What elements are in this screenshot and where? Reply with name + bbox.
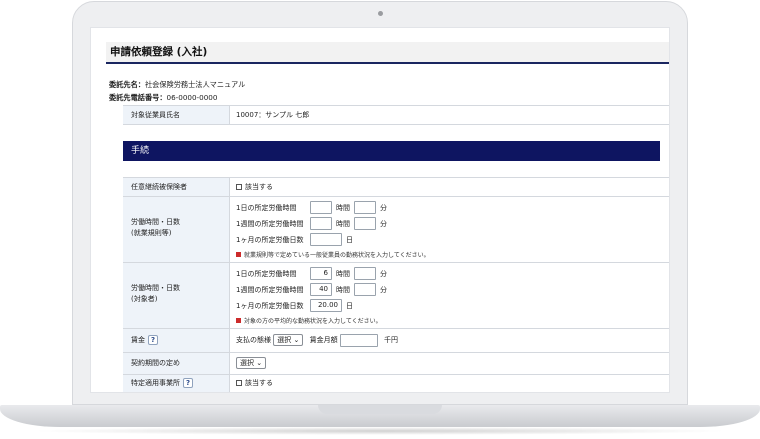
work-actual-monthly-days-input[interactable]: 20.00	[310, 299, 342, 312]
work-actual-label-line1: 労働時間・日数	[131, 284, 180, 292]
specific-office-checkbox-label: 該当する	[245, 379, 273, 387]
wage-amount-input[interactable]	[339, 333, 378, 347]
row-wage: 賃金? 支払の態様 選択 ⌄ 賃金月額 千円	[123, 329, 669, 353]
optional-insurance-checkbox-label: 該当する	[245, 183, 273, 191]
contract-period-fields: 選択 ⌄	[230, 353, 669, 374]
specific-office-label-cell: 特定適用事業所?	[123, 375, 230, 392]
work-actual-label-line2: (対象者)	[131, 295, 158, 303]
optional-insurance-label: 任意継続被保険者	[123, 178, 230, 196]
client-name-value: 社会保険労務士法人マニュアル	[144, 80, 246, 89]
work-rules-daily: 1日の所定労働時間 時間 分	[236, 201, 391, 214]
work-rules-weekly-label: 1週間の所定労働時間	[236, 219, 304, 228]
work-rules-weekly-hours-unit: 時間	[336, 219, 350, 228]
page-header: 申請依頼登録 (入社)	[106, 42, 669, 64]
row-specific-office: 特定適用事業所? 該当する	[123, 375, 669, 392]
work-actual-daily-minutes-unit: 分	[380, 269, 387, 278]
laptop-shadow	[30, 427, 730, 435]
wage-help-icon[interactable]: ?	[148, 335, 158, 345]
work-actual-monthly-days-unit: 日	[346, 301, 353, 310]
client-phone-label: 委託先電話番号：	[109, 93, 167, 102]
optional-insurance-checkbox[interactable]	[236, 184, 242, 190]
work-actual-note: 対象の方の平均的な勤務状況を入力してください。	[236, 316, 382, 325]
contract-period-select[interactable]: 選択 ⌄	[236, 357, 267, 369]
work-rules-monthly-days-input[interactable]	[310, 233, 342, 246]
row-work-actual: 労働時間・日数 (対象者) 1日の所定労働時間 6 時間分 1週間の所定労働時間 40…	[123, 263, 669, 329]
specific-office-label: 特定適用事業所	[131, 379, 180, 387]
wage-payment-select[interactable]: 選択 ⌄	[273, 334, 304, 346]
optional-insurance-field: 該当する	[230, 178, 669, 196]
work-rules-monthly-days-unit: 日	[346, 235, 353, 244]
row-contract-period: 契約期間の定め 選択 ⌄	[123, 353, 669, 375]
wage-amount-label: 賃金月額	[309, 336, 338, 344]
work-actual-label: 労働時間・日数 (対象者)	[123, 263, 230, 328]
specific-office-field: 該当する	[230, 375, 669, 392]
work-rules-daily-hours-input[interactable]	[310, 201, 332, 214]
work-rules-label-line1: 労働時間・日数	[131, 218, 180, 226]
client-phone-value: 06-0000-0000	[166, 93, 218, 102]
work-rules-note: 就業規則等で定めている一般従業員の勤務状況を入力してください。	[236, 250, 430, 259]
work-actual-daily-hours-unit: 時間	[336, 269, 350, 278]
work-actual-daily-minutes-input[interactable]	[354, 267, 376, 280]
employee-row: 対象従業員氏名 10007：サンプル 七郎	[123, 105, 669, 125]
specific-office-help-icon[interactable]: ?	[183, 378, 193, 388]
client-phone: 委託先電話番号：06-0000-0000	[109, 93, 217, 103]
work-rules-daily-minutes-input[interactable]	[354, 201, 376, 214]
wage-fields: 支払の態様 選択 ⌄ 賃金月額 千円	[230, 329, 669, 352]
wage-label-cell: 賃金?	[123, 329, 230, 352]
employee-label: 対象従業員氏名	[123, 106, 230, 124]
specific-office-checkbox[interactable]	[236, 380, 242, 386]
laptop-notch	[318, 405, 442, 414]
wage-label: 賃金	[131, 336, 145, 344]
work-rules-weekly-minutes-input[interactable]	[354, 217, 376, 230]
work-actual-weekly: 1週間の所定労働時間 40 時間 分	[236, 283, 391, 296]
work-actual-daily-label: 1日の所定労働時間	[236, 269, 297, 278]
wage-amount-unit: 千円	[384, 336, 399, 344]
client-name: 委託先名：社会保険労務士法人マニュアル	[109, 80, 245, 90]
wage-payment-label: 支払の態様	[236, 336, 271, 344]
row-optional-insurance: 任意継続被保険者 該当する	[123, 177, 669, 197]
work-rules-monthly: 1ヶ月の所定労働日数 日	[236, 233, 357, 246]
work-rules-weekly-minutes-unit: 分	[380, 219, 387, 228]
work-rules-label-line2: (就業規則等)	[131, 229, 172, 237]
work-rules-weekly-hours-input[interactable]	[310, 217, 332, 230]
screen: 申請依頼登録 (入社) 委託先名：社会保険労務士法人マニュアル 委託先電話番号：…	[90, 27, 670, 393]
page-title: 申請依頼登録 (入社)	[110, 46, 208, 58]
work-actual-weekly-minutes-input[interactable]	[354, 283, 376, 296]
chevron-down-icon: ⌄	[256, 359, 263, 367]
row-work-rules: 労働時間・日数 (就業規則等) 1日の所定労働時間 時間分 1週間の所定労働時間時…	[123, 197, 669, 263]
work-actual-weekly-minutes-unit: 分	[380, 285, 387, 294]
work-actual-weekly-label: 1週間の所定労働時間	[236, 285, 304, 294]
employee-value: 10007：サンプル 七郎	[236, 111, 310, 119]
work-actual-fields: 1日の所定労働時間 6 時間分 1週間の所定労働時間 40 時間分 1ヶ月の所定労働日数…	[230, 263, 669, 328]
work-actual-weekly-hours-input[interactable]: 40	[310, 283, 332, 296]
section-header-procedure: 手続	[123, 141, 660, 161]
work-rules-daily-hours-unit: 時間	[336, 203, 350, 212]
work-rules-weekly: 1週間の所定労働時間 時間 分	[236, 217, 391, 230]
work-actual-daily-hours-input[interactable]: 6	[310, 267, 332, 280]
work-rules-fields: 1日の所定労働時間 時間分 1週間の所定労働時間 時間分 1ヶ月の所定労働日数日 就…	[230, 197, 669, 262]
work-actual-weekly-hours-unit: 時間	[336, 285, 350, 294]
contract-period-select-value: 選択	[240, 359, 254, 367]
camera-icon	[378, 11, 383, 16]
client-name-label: 委託先名：	[109, 80, 145, 89]
work-rules-label: 労働時間・日数 (就業規則等)	[123, 197, 230, 262]
work-rules-daily-label: 1日の所定労働時間	[236, 203, 297, 212]
work-rules-monthly-label: 1ヶ月の所定労働日数	[236, 235, 304, 244]
chevron-down-icon: ⌄	[293, 336, 300, 344]
work-actual-monthly: 1ヶ月の所定労働日数 20.00 日	[236, 299, 357, 312]
laptop-mockup: 申請依頼登録 (入社) 委託先名：社会保険労務士法人マニュアル 委託先電話番号：…	[0, 0, 760, 439]
contract-period-label: 契約期間の定め	[123, 353, 230, 374]
work-actual-monthly-label: 1ヶ月の所定労働日数	[236, 301, 304, 310]
work-rules-daily-minutes-unit: 分	[380, 203, 387, 212]
work-actual-daily: 1日の所定労働時間 6 時間 分	[236, 267, 391, 280]
wage-payment-select-value: 選択	[277, 336, 292, 344]
